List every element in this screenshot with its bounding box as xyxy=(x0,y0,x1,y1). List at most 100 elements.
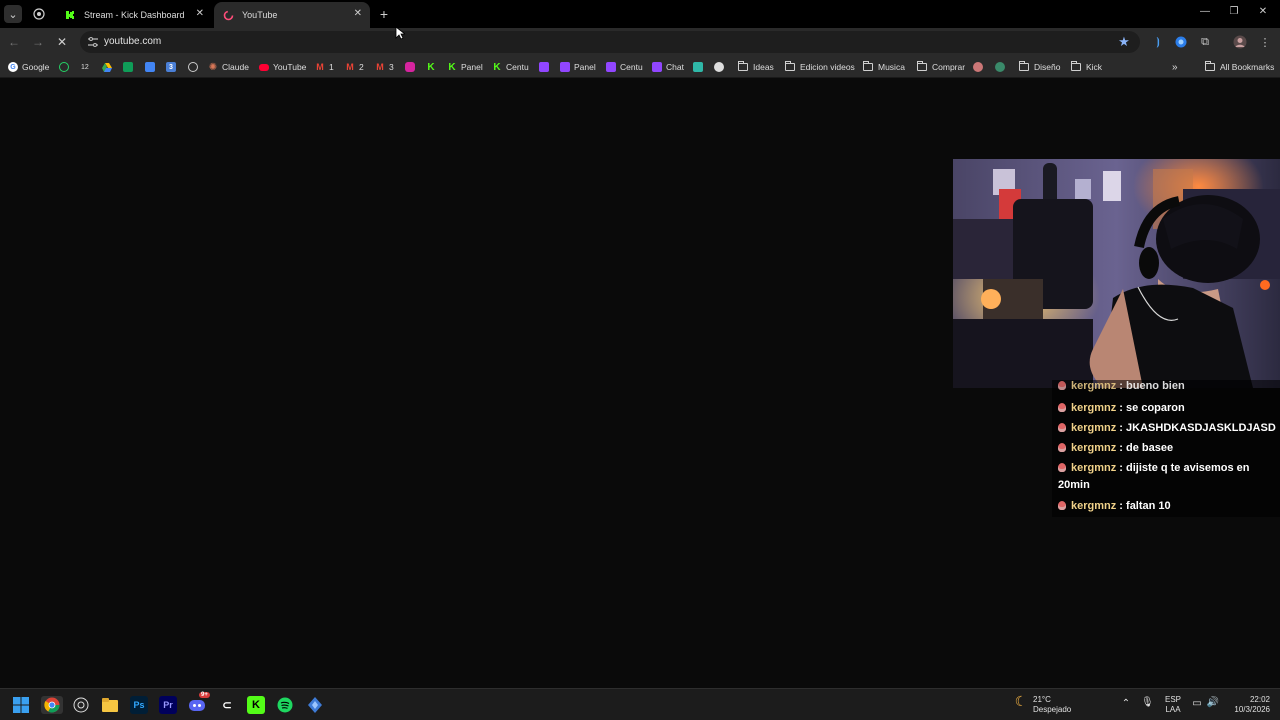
taskbar-discord[interactable]: 9+ xyxy=(188,692,210,714)
new-tab-button[interactable]: + xyxy=(375,5,393,23)
media-control-icon[interactable]: ⦘ xyxy=(1150,34,1166,50)
bookmark-claude[interactable]: ✺ Claude xyxy=(208,60,249,74)
weather-widget[interactable]: 21°C Despejado xyxy=(1033,695,1071,715)
taskbar-obs[interactable] xyxy=(72,696,90,714)
taskbar-app[interactable] xyxy=(306,696,324,714)
extension-blue-icon[interactable] xyxy=(1173,34,1189,50)
taskbar-photoshop[interactable]: Ps xyxy=(130,696,148,714)
youtube-icon xyxy=(259,63,269,71)
stop-loading-button[interactable]: ✕ xyxy=(54,34,70,50)
spotify-icon xyxy=(277,697,293,713)
bookmark-extension[interactable] xyxy=(973,60,987,74)
user-badge-icon xyxy=(1058,381,1066,390)
drive-icon xyxy=(102,62,112,72)
bookmark-google[interactable]: G Google xyxy=(8,60,49,74)
folder-icon xyxy=(785,61,795,71)
site-settings-icon[interactable] xyxy=(87,36,99,48)
bookmark-folder-ideas[interactable]: Ideas xyxy=(738,60,774,74)
extension-icon xyxy=(973,62,983,72)
bookmark-whatsapp[interactable] xyxy=(59,60,73,74)
bookmark-kick[interactable]: K xyxy=(426,60,440,74)
menu-kebab-icon[interactable]: ⋮ xyxy=(1257,34,1273,50)
close-window-button[interactable]: ✕ xyxy=(1254,6,1272,20)
close-tab-icon[interactable]: ✕ xyxy=(196,8,204,19)
bookmark-star-icon[interactable]: ★ xyxy=(1116,34,1132,50)
bookmark-twitch[interactable] xyxy=(539,60,553,74)
bookmark-twitch-chat[interactable]: Chat xyxy=(652,60,684,74)
bookmark-sheets[interactable] xyxy=(123,60,137,74)
tab-kick-dashboard[interactable]: Stream - Kick Dashboard ✕ xyxy=(56,2,212,28)
back-button[interactable]: ← xyxy=(6,34,22,50)
folder-icon xyxy=(917,61,927,71)
mouse-cursor-icon xyxy=(395,26,405,40)
bookmark-folder-diseno[interactable]: Diseño xyxy=(1019,60,1060,74)
bookmark-docs[interactable] xyxy=(145,60,159,74)
app-icon xyxy=(308,697,322,713)
chat-message: kergmnz : de basee xyxy=(1058,440,1278,457)
bookmark-kick-panel[interactable]: K Panel xyxy=(447,60,482,74)
taskbar-file-explorer[interactable] xyxy=(101,696,119,714)
bookmark-gmail-2[interactable]: M2 xyxy=(345,60,363,74)
taskbar-premiere[interactable]: Pr xyxy=(159,696,177,714)
webcam-feed-image xyxy=(953,159,1280,388)
instagram-icon xyxy=(405,62,415,72)
bookmark-gmail-1[interactable]: M1 xyxy=(315,60,333,74)
reddit-icon xyxy=(714,62,724,72)
twitch-icon xyxy=(560,62,570,72)
bookmarks-overflow-button[interactable]: » xyxy=(1172,60,1178,74)
gmail-icon: M xyxy=(346,62,354,72)
volume-icon[interactable]: 🔊 xyxy=(1206,698,1220,708)
microphone-icon[interactable]: 🎙 xyxy=(1141,698,1154,708)
taskbar-capcut[interactable]: ⊂ xyxy=(218,696,236,714)
docs-icon xyxy=(145,62,155,72)
whatsapp-pinned-tab[interactable] xyxy=(30,5,48,23)
taskbar-kick[interactable]: K xyxy=(247,696,265,714)
chatgpt-icon xyxy=(188,62,198,72)
url-text[interactable]: youtube.com xyxy=(104,36,161,47)
bookmark-instagram[interactable] xyxy=(405,60,419,74)
bookmark-gmail-3[interactable]: M3 xyxy=(375,60,393,74)
bookmark-calendar[interactable]: 3 xyxy=(166,60,180,74)
twitch-icon xyxy=(606,62,616,72)
bookmark-folder-comprar[interactable]: Comprar xyxy=(917,60,965,74)
discord-icon xyxy=(189,700,205,711)
forward-button[interactable]: → xyxy=(30,34,46,50)
bookmark-folder-edicion-videos[interactable]: Edicion videos xyxy=(785,60,855,74)
bookmark-12[interactable]: 12 xyxy=(81,60,89,74)
all-bookmarks-button[interactable]: All Bookmarks xyxy=(1205,60,1274,74)
twitch-icon xyxy=(539,62,549,72)
profile-avatar[interactable] xyxy=(1232,34,1248,50)
extensions-puzzle-icon[interactable]: ⧉ xyxy=(1197,34,1213,50)
bookmarks-bar: G Google 12 3 ✺ Claude YouTube M1 M2 M3 K … xyxy=(0,56,1280,78)
weather-moon-icon[interactable]: ☾ xyxy=(1012,694,1030,708)
bookmark-app-2[interactable] xyxy=(995,60,1009,74)
network-icon[interactable]: ▭ xyxy=(1190,699,1204,709)
clock[interactable]: 22:02 10/3/2026 xyxy=(1226,695,1270,715)
minimize-button[interactable]: — xyxy=(1196,6,1214,20)
bookmark-folder-musica[interactable]: Musica xyxy=(863,60,905,74)
bookmark-youtube[interactable]: YouTube xyxy=(259,60,306,74)
close-tab-icon[interactable]: ✕ xyxy=(354,8,362,19)
bookmark-kick-centu[interactable]: K Centu xyxy=(492,60,528,74)
tab-youtube[interactable]: YouTube ✕ xyxy=(214,2,370,28)
calendar-icon: 3 xyxy=(166,62,176,72)
taskbar-chrome[interactable] xyxy=(41,696,63,714)
language-indicator[interactable]: ESP LAA xyxy=(1162,695,1184,715)
bookmark-app[interactable] xyxy=(693,60,707,74)
gmail-icon: M xyxy=(316,62,324,72)
webcam-overlay xyxy=(953,159,1280,388)
address-bar[interactable]: youtube.com xyxy=(80,31,1140,53)
folder-icon xyxy=(863,61,873,71)
folder-icon xyxy=(102,698,118,712)
bookmark-twitch-centu[interactable]: Centu xyxy=(606,60,643,74)
taskbar-spotify[interactable] xyxy=(276,696,294,714)
tab-search-button[interactable]: ⌄ xyxy=(4,5,22,23)
bookmark-twitch-panel[interactable]: Panel xyxy=(560,60,596,74)
bookmark-folder-kick[interactable]: Kick xyxy=(1071,60,1102,74)
restore-button[interactable]: ❐ xyxy=(1225,6,1243,20)
bookmark-drive[interactable] xyxy=(102,60,116,74)
bookmark-reddit[interactable] xyxy=(714,60,728,74)
bookmark-chatgpt[interactable] xyxy=(188,60,202,74)
start-button[interactable] xyxy=(12,696,30,714)
show-hidden-icons-button[interactable]: ⌃ xyxy=(1120,699,1132,709)
